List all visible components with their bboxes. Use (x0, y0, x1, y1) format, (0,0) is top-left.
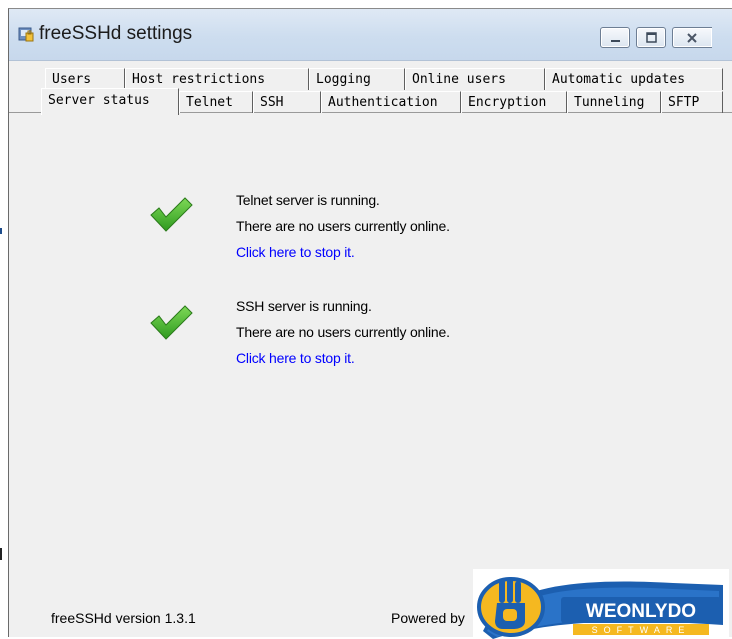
window-edge-mark (0, 548, 2, 560)
title-bar[interactable]: freeSSHd settings (9, 9, 732, 61)
tab-label: Users (52, 72, 92, 87)
tab-label: Telnet (186, 95, 233, 110)
green-check-icon (150, 305, 193, 340)
ssh-stop-link[interactable]: Click here to stop it. (236, 350, 355, 366)
tab-label: SSH (260, 95, 284, 110)
tab-users[interactable]: Users (45, 68, 125, 90)
powered-by-label: Powered by (391, 610, 465, 626)
tab-label: Tunneling (574, 95, 645, 110)
tab-label: Server status (48, 93, 150, 108)
tab-control: Users Host restrictions Logging Online u… (9, 66, 732, 118)
tab-host-restrictions[interactable]: Host restrictions (125, 68, 309, 90)
tab-label: Logging (316, 72, 371, 87)
server-status-panel: Telnet server is running. There are no u… (9, 115, 732, 639)
minimize-button[interactable] (600, 27, 630, 48)
tab-label: SFTP (668, 95, 700, 110)
maximize-button[interactable] (636, 27, 666, 48)
tab-ssh[interactable]: SSH (253, 91, 321, 113)
ssh-status-text: SSH server is running. (236, 298, 372, 314)
window-title: freeSSHd settings (39, 23, 193, 44)
tab-encryption[interactable]: Encryption (461, 91, 567, 113)
tab-label: Authentication (328, 95, 438, 110)
close-icon (687, 33, 697, 43)
telnet-stop-link[interactable]: Click here to stop it. (236, 244, 355, 260)
tab-logging[interactable]: Logging (309, 68, 405, 90)
tab-sftp[interactable]: SFTP (661, 91, 723, 113)
close-button[interactable] (672, 27, 712, 48)
ssh-users-text: There are no users currently online. (236, 324, 450, 340)
freesshd-app-icon (18, 27, 34, 42)
weonlydo-logo[interactable]: WEONLYDO SOFTWARE (473, 569, 729, 639)
logo-subtext: SOFTWARE (592, 625, 691, 635)
version-label: freeSSHd version 1.3.1 (51, 610, 196, 626)
tab-online-users[interactable]: Online users (405, 68, 545, 90)
tab-row-front: Server status Telnet SSH Authentication … (9, 88, 732, 115)
tab-label: Automatic updates (552, 72, 686, 87)
tab-automatic-updates[interactable]: Automatic updates (545, 68, 723, 90)
tab-server-status[interactable]: Server status (41, 88, 179, 115)
telnet-status-text: Telnet server is running. (236, 192, 380, 208)
tab-label: Host restrictions (132, 72, 266, 87)
app-window: freeSSHd settings Users Host restriction… (8, 8, 732, 639)
tab-authentication[interactable]: Authentication (321, 91, 461, 113)
telnet-users-text: There are no users currently online. (236, 218, 450, 234)
tab-label: Encryption (468, 95, 547, 110)
tab-row-back: Users Host restrictions Logging Online u… (9, 68, 732, 90)
tab-tunneling[interactable]: Tunneling (567, 91, 661, 113)
tab-telnet[interactable]: Telnet (179, 91, 253, 113)
window-edge-mark (0, 228, 2, 234)
minimize-icon (611, 40, 620, 42)
maximize-icon (646, 32, 657, 43)
tab-label: Online users (412, 72, 506, 87)
green-check-icon (150, 197, 193, 232)
logo-text: WEONLYDO (586, 601, 696, 622)
